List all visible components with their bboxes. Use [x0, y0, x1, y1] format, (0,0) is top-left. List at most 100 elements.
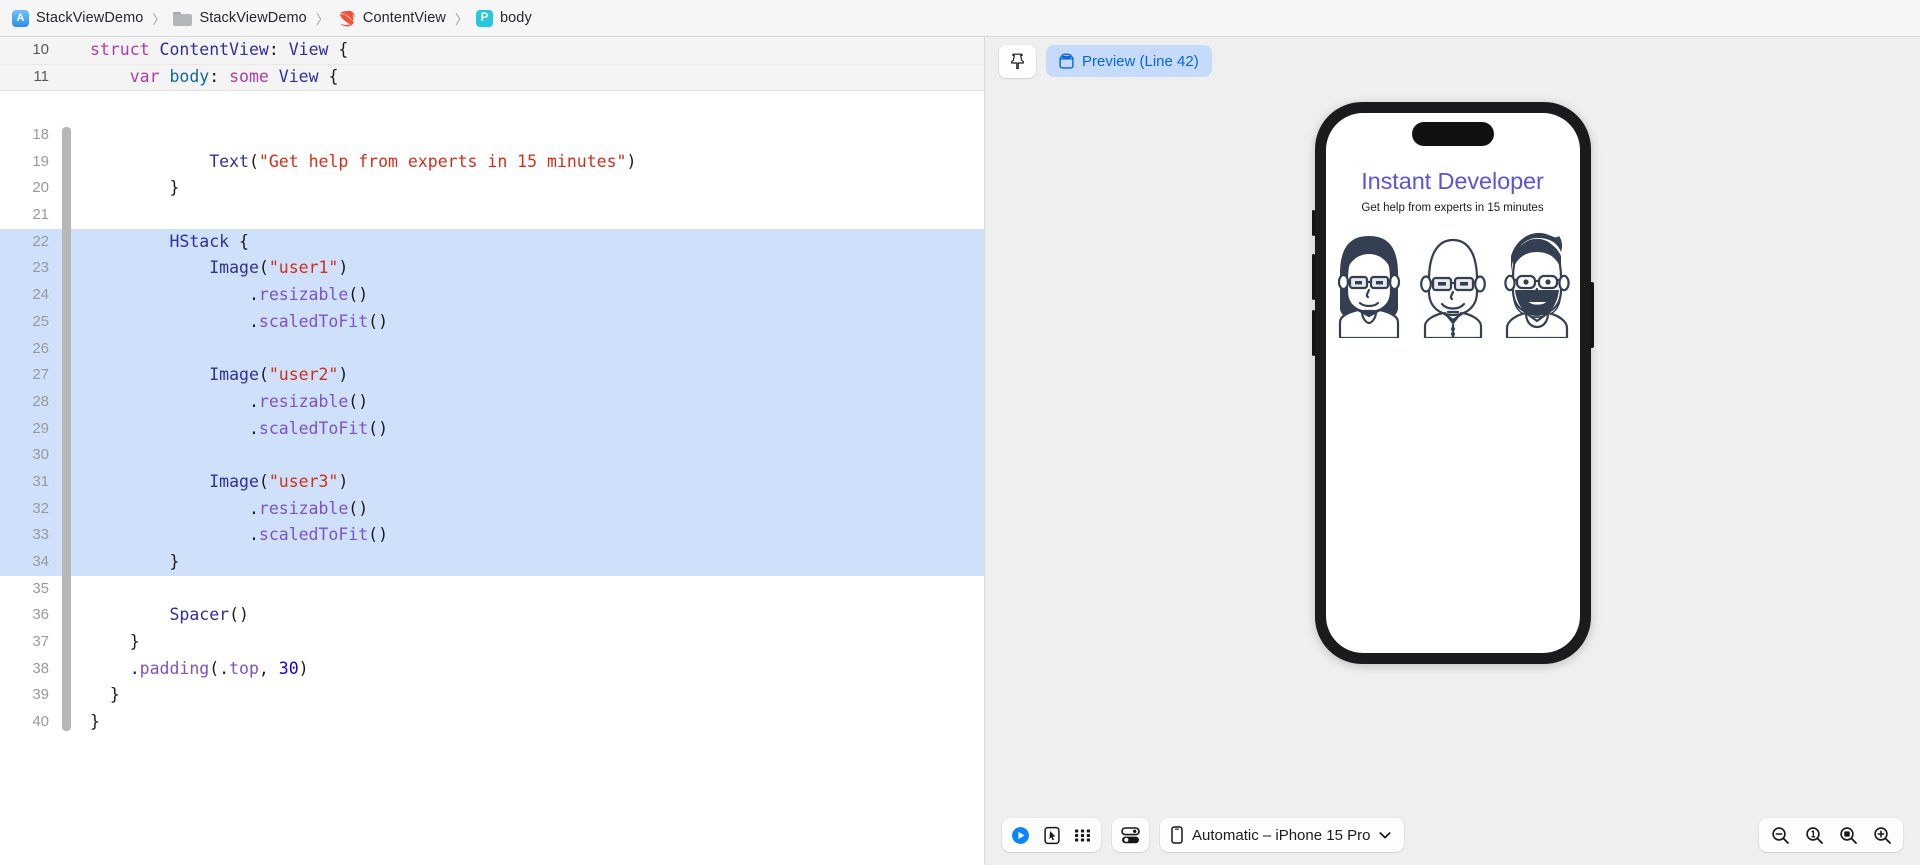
source-editor[interactable]: 1819 Text("Get help from experts in 15 m… [0, 37, 985, 865]
code-line[interactable]: 22 HStack { [0, 229, 984, 256]
code-token: resizable [259, 392, 348, 411]
code-text: Image("user1") [71, 255, 348, 282]
code-token: { [229, 232, 249, 251]
code-line[interactable]: 29 .scaledToFit() [0, 416, 984, 443]
code-line[interactable]: 28 .resizable() [0, 389, 984, 416]
line-number: 21 [0, 202, 62, 229]
code-text: .scaledToFit() [71, 522, 388, 549]
code-token: Image [209, 365, 259, 384]
code-token: () [368, 312, 388, 331]
breadcrumb-item-group[interactable]: StackViewDemo [170, 10, 309, 26]
code-token: padding [140, 659, 210, 678]
canvas-area[interactable]: Instant Developer Get help from experts … [985, 85, 1920, 805]
dynamic-island [1412, 122, 1494, 146]
line-number: 39 [0, 682, 62, 709]
code-line[interactable]: 20 } [0, 175, 984, 202]
code-line[interactable]: 35 [0, 576, 984, 603]
code-line[interactable]: 37 } [0, 629, 984, 656]
volume-up-button [1312, 254, 1316, 300]
app-subtitle: Get help from experts in 15 minutes [1361, 202, 1543, 214]
play-button[interactable] [1005, 820, 1036, 850]
code-line[interactable]: 11 var body: some View { [0, 64, 984, 91]
zoom-to-fit-button[interactable] [1831, 820, 1865, 850]
pin-preview-button[interactable] [999, 45, 1036, 78]
sticky-context-header: 10struct ContentView: View {11 var body:… [0, 37, 984, 91]
zoom-in-button[interactable] [1865, 820, 1899, 850]
code-lines-container[interactable]: 1819 Text("Get help from experts in 15 m… [0, 122, 984, 865]
breadcrumb-item-symbol[interactable]: P body [473, 10, 535, 27]
xcode-window: StackViewDemo 〉 StackViewDemo 〉 ContentV… [0, 0, 1920, 865]
power-button [1590, 282, 1594, 348]
code-text: } [71, 682, 120, 709]
code-line[interactable]: 21 [0, 202, 984, 229]
avatar-user2 [1411, 226, 1495, 338]
code-line[interactable]: 19 Text("Get help from experts in 15 min… [0, 149, 984, 176]
pin-icon [1010, 53, 1025, 70]
code-line[interactable]: 31 Image("user3") [0, 469, 984, 496]
code-token [90, 232, 169, 251]
volume-down-button [1312, 310, 1316, 356]
toggles-icon [1120, 826, 1141, 845]
avatar-user3 [1495, 226, 1579, 338]
breadcrumb-item-label: StackViewDemo [36, 10, 143, 26]
iphone-preview-device[interactable]: Instant Developer Get help from experts … [1315, 102, 1591, 664]
code-text: HStack { [71, 229, 249, 256]
code-line[interactable]: 39 } [0, 682, 984, 709]
app-icon [12, 10, 29, 27]
code-token: () [229, 605, 249, 624]
code-token: , [259, 659, 279, 678]
code-text: Spacer() [71, 602, 249, 629]
line-number: 11 [0, 64, 62, 91]
code-token: . [90, 312, 259, 331]
code-line[interactable]: 24 .resizable() [0, 282, 984, 309]
breadcrumb-separator: 〉 [449, 9, 473, 28]
line-number: 18 [0, 122, 62, 149]
device-settings-button[interactable] [1115, 820, 1146, 850]
preview-canvas-icon [1059, 53, 1074, 69]
device-screen[interactable]: Instant Developer Get help from experts … [1326, 113, 1580, 653]
code-token: ) [338, 472, 348, 491]
code-line[interactable]: 10struct ContentView: View { [0, 37, 984, 64]
code-line[interactable]: 36 Spacer() [0, 602, 984, 629]
code-token: . [90, 285, 259, 304]
code-line[interactable]: 32 .resizable() [0, 496, 984, 523]
preview-toolbar-bottom: Automatic – iPhone 15 Pro [985, 805, 1920, 865]
line-number: 25 [0, 309, 62, 336]
avatar-hstack [1326, 226, 1580, 338]
zoom-out-button[interactable] [1763, 820, 1797, 850]
breadcrumb-item-file[interactable]: ContentView [334, 10, 449, 27]
code-line[interactable]: 25 .scaledToFit() [0, 309, 984, 336]
code-line[interactable]: 33 .scaledToFit() [0, 522, 984, 549]
preview-tab[interactable]: Preview (Line 42) [1046, 45, 1212, 77]
select-inspect-button[interactable] [1036, 820, 1067, 850]
line-number: 37 [0, 629, 62, 656]
code-token: scaledToFit [259, 312, 368, 331]
code-token: { [328, 40, 348, 59]
code-token: resizable [259, 499, 348, 518]
device-selector-dropdown[interactable]: Automatic – iPhone 15 Pro [1160, 818, 1404, 852]
code-token: scaledToFit [259, 525, 368, 544]
avatar-user1 [1327, 226, 1411, 338]
code-line[interactable]: 34 } [0, 549, 984, 576]
variants-button[interactable] [1067, 820, 1098, 850]
app-preview-content: Instant Developer Get help from experts … [1326, 113, 1580, 338]
code-text: .resizable() [71, 389, 368, 416]
code-line[interactable]: 23 Image("user1") [0, 255, 984, 282]
code-text: .scaledToFit() [71, 416, 388, 443]
code-line[interactable]: 26 [0, 336, 984, 363]
code-line[interactable]: 30 [0, 442, 984, 469]
line-number: 40 [0, 709, 62, 736]
code-line[interactable]: 40} [0, 709, 984, 736]
zoom-controls [1759, 818, 1903, 852]
code-token: } [90, 632, 140, 651]
zoom-to-actual-size-button[interactable] [1797, 820, 1831, 850]
gutter-strip [62, 64, 71, 91]
code-fold-indicator[interactable] [62, 127, 71, 731]
folder-icon [173, 11, 192, 26]
code-line[interactable]: 18 [0, 122, 984, 149]
breadcrumb-item-project[interactable]: StackViewDemo [9, 10, 146, 27]
code-token: Text [209, 152, 249, 171]
code-line[interactable]: 27 Image("user2") [0, 362, 984, 389]
app-title: Instant Developer [1361, 168, 1544, 195]
code-line[interactable]: 38 .padding(.top, 30) [0, 656, 984, 683]
